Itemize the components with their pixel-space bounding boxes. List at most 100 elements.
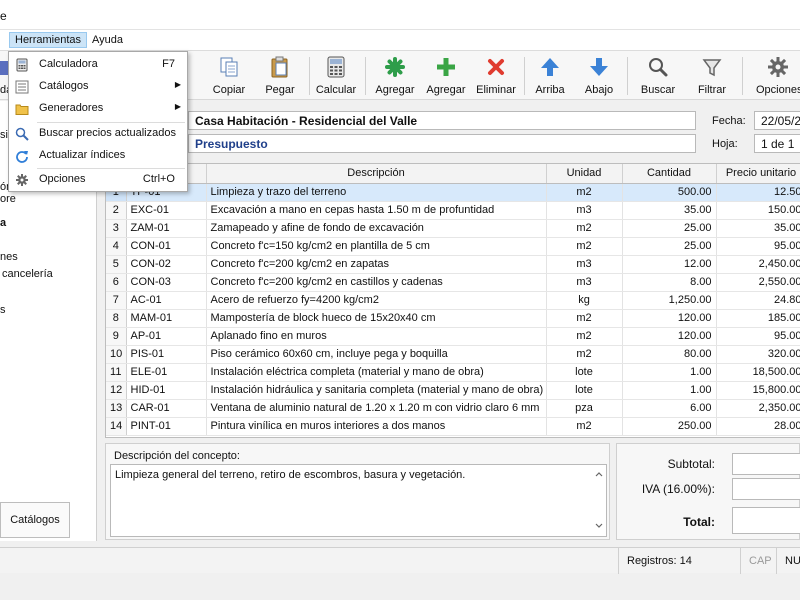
paste-button[interactable]: Pegar [258, 55, 302, 97]
table-row[interactable]: 12 HID-01 Instalación hidráulica y sanitar… [106, 381, 800, 400]
cell-description[interactable]: Aplanado fino en muros [206, 327, 547, 346]
column-header-unit[interactable]: Unidad [546, 164, 623, 184]
search-button[interactable]: Buscar [636, 55, 680, 97]
cell-quantity[interactable]: 6.00 [622, 399, 717, 418]
options-button[interactable]: Opciones [756, 55, 800, 97]
tree-item[interactable]: s [0, 304, 6, 316]
table-row[interactable]: 8 MAM-01 Mampostería de block hueco de 15x… [106, 309, 800, 328]
cell-code[interactable]: CON-02 [126, 255, 207, 274]
cell-code[interactable]: CON-03 [126, 273, 207, 292]
cell-unit[interactable]: m2 [546, 183, 623, 202]
description-scrollbar[interactable] [592, 465, 606, 536]
menu-item-actualizar-indices[interactable]: Actualizar índices [9, 145, 187, 167]
cell-description[interactable]: Acero de refuerzo fy=4200 kg/cm2 [206, 291, 547, 310]
cell-unit[interactable]: m2 [546, 345, 623, 364]
cell-unit-price[interactable]: 95.00 [716, 237, 800, 256]
cell-quantity[interactable]: 25.00 [622, 219, 717, 238]
menu-ayuda[interactable]: Ayuda [87, 33, 128, 47]
cell-unit-price[interactable]: 2,350.00 [716, 399, 800, 418]
cell-description[interactable]: Pintura vinílica en muros interiores a d… [206, 417, 547, 436]
cell-description[interactable]: Limpieza y trazo del terreno [206, 183, 547, 202]
tree-item[interactable]: ore [0, 193, 16, 205]
column-header-description[interactable]: Descripción [206, 164, 547, 184]
cell-unit[interactable]: lote [546, 381, 623, 400]
cell-unit-price[interactable]: 24.80 [716, 291, 800, 310]
cell-unit[interactable]: m2 [546, 309, 623, 328]
cell-unit-price[interactable]: 28.00 [716, 417, 800, 436]
calculate-button[interactable]: Calcular [313, 55, 359, 97]
cell-code[interactable]: CAR-01 [126, 399, 207, 418]
column-header-unit-price[interactable]: Precio unitario [716, 164, 800, 184]
cell-code[interactable]: HID-01 [126, 381, 207, 400]
menu-item-calculadora[interactable]: Calculadora F7 [9, 54, 187, 76]
project-name-field[interactable]: Casa Habitación - Residencial del Valle [188, 111, 696, 130]
table-row[interactable]: 6 CON-03 Concreto f'c=200 kg/cm2 en castil… [106, 273, 800, 292]
cell-unit-price[interactable]: 18,500.00 [716, 363, 800, 382]
move-down-button[interactable]: Abajo [578, 55, 620, 97]
cell-description[interactable]: Concreto f'c=150 kg/cm2 en plantilla de … [206, 237, 547, 256]
budget-grid[interactable]: Descripción Unidad Cantidad Precio unita… [105, 163, 800, 438]
cell-code[interactable]: PIS-01 [126, 345, 207, 364]
tab-catalogos[interactable]: Catálogos [0, 502, 70, 538]
cell-description[interactable]: Excavación a mano en cepas hasta 1.50 m … [206, 201, 547, 220]
cell-unit[interactable]: m3 [546, 201, 623, 220]
cell-unit-price[interactable]: 2,450.00 [716, 255, 800, 274]
cell-description[interactable]: Concreto f'c=200 kg/cm2 en zapatas [206, 255, 547, 274]
cell-unit-price[interactable]: 2,550.00 [716, 273, 800, 292]
column-header-quantity[interactable]: Cantidad [622, 164, 717, 184]
cell-unit[interactable]: m2 [546, 219, 623, 238]
cell-unit-price[interactable]: 185.00 [716, 309, 800, 328]
delete-button[interactable]: Eliminar [473, 55, 519, 97]
cell-quantity[interactable]: 8.00 [622, 273, 717, 292]
cell-code[interactable]: PINT-01 [126, 417, 207, 436]
table-row[interactable]: 1 TP-01 Limpieza y trazo del terreno m2 500.… [106, 183, 800, 202]
cell-description[interactable]: Instalación hidráulica y sanitaria compl… [206, 381, 547, 400]
cell-quantity[interactable]: 35.00 [622, 201, 717, 220]
cell-description[interactable]: Mampostería de block hueco de 15x20x40 c… [206, 309, 547, 328]
cell-code[interactable]: AP-01 [126, 327, 207, 346]
cell-unit[interactable]: lote [546, 363, 623, 382]
copy-button[interactable]: Copiar [207, 55, 251, 97]
cell-unit[interactable]: m3 [546, 255, 623, 274]
iva-field[interactable] [732, 478, 800, 500]
table-row[interactable]: 4 CON-01 Concreto f'c=150 kg/cm2 en planti… [106, 237, 800, 256]
concept-description-textarea[interactable]: Limpieza general del terreno, retiro de … [110, 464, 607, 537]
cell-unit[interactable]: m2 [546, 327, 623, 346]
cell-code[interactable]: ZAM-01 [126, 219, 207, 238]
cell-description[interactable]: Zamapeado y afine de fondo de excavación [206, 219, 547, 238]
cell-description[interactable]: Instalación eléctrica completa (material… [206, 363, 547, 382]
cell-quantity[interactable]: 1,250.00 [622, 291, 717, 310]
cell-quantity[interactable]: 80.00 [622, 345, 717, 364]
cell-quantity[interactable]: 1.00 [622, 381, 717, 400]
cell-unit[interactable]: m2 [546, 417, 623, 436]
table-row[interactable]: 3 ZAM-01 Zamapeado y afine de fondo de exc… [106, 219, 800, 238]
cell-unit-price[interactable]: 150.00 [716, 201, 800, 220]
menu-item-opciones[interactable]: Opciones Ctrl+O [9, 169, 187, 191]
document-name-field[interactable]: Presupuesto [188, 134, 696, 153]
add-concept-button[interactable]: Agregar [372, 55, 418, 97]
cell-unit-price[interactable]: 12.50 [716, 183, 800, 202]
tree-item[interactable]: a [0, 217, 6, 229]
tree-item[interactable]: si [0, 129, 8, 141]
cell-unit-price[interactable]: 320.00 [716, 345, 800, 364]
menu-herramientas[interactable]: Herramientas [9, 32, 88, 48]
cell-quantity[interactable]: 12.00 [622, 255, 717, 274]
cell-quantity[interactable]: 25.00 [622, 237, 717, 256]
cell-description[interactable]: Concreto f'c=200 kg/cm2 en castillos y c… [206, 273, 547, 292]
cell-code[interactable]: CON-01 [126, 237, 207, 256]
cell-unit[interactable]: kg [546, 291, 623, 310]
menu-item-buscar-precios[interactable]: Buscar precios actualizados [9, 123, 187, 145]
tree-item[interactable]: cancelería [2, 268, 53, 280]
table-row[interactable]: 11 ELE-01 Instalación eléctrica completa (… [106, 363, 800, 382]
cell-code[interactable]: AC-01 [126, 291, 207, 310]
cell-unit[interactable]: m2 [546, 237, 623, 256]
cell-code[interactable]: EXC-01 [126, 201, 207, 220]
total-field[interactable] [732, 507, 800, 534]
move-up-button[interactable]: Arriba [530, 55, 570, 97]
cell-code[interactable]: MAM-01 [126, 309, 207, 328]
table-row[interactable]: 7 AC-01 Acero de refuerzo fy=4200 kg/cm2 kg… [106, 291, 800, 310]
cell-unit[interactable]: pza [546, 399, 623, 418]
cell-unit-price[interactable]: 35.00 [716, 219, 800, 238]
table-row[interactable]: 9 AP-01 Aplanado fino en muros m2 120.00 95.0… [106, 327, 800, 346]
cell-quantity[interactable]: 120.00 [622, 327, 717, 346]
